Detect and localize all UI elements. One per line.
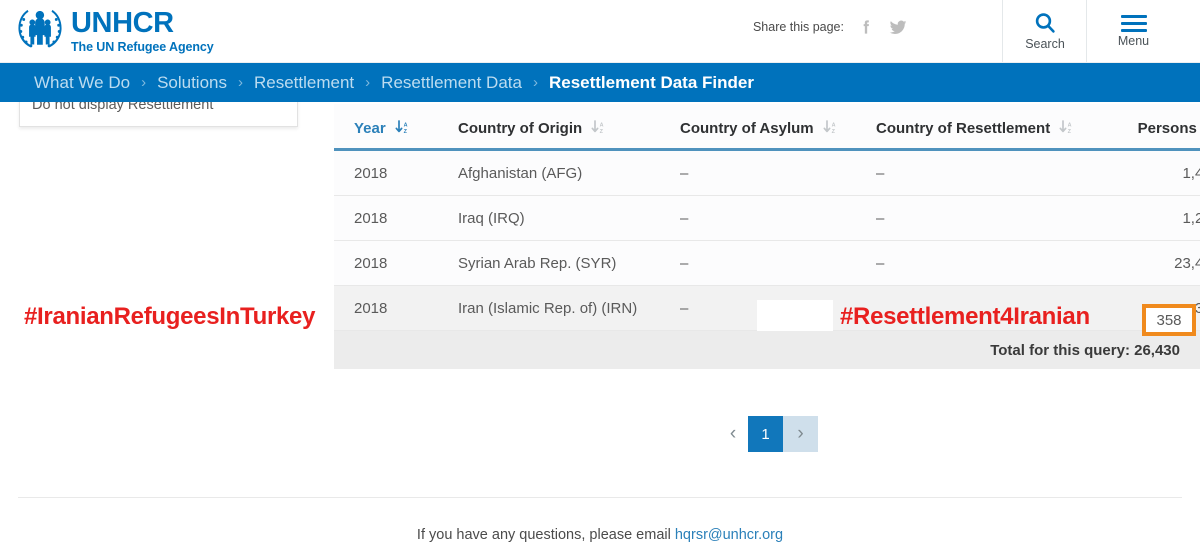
search-icon: [1035, 13, 1055, 33]
table-row: 2018Iraq (IRQ)––1,238: [334, 195, 1200, 241]
total-text: Total for this query: 26,430: [990, 341, 1180, 359]
footer-divider: [18, 497, 1182, 498]
cell-country-of-origin: Iraq (IRQ): [458, 195, 680, 241]
facebook-icon[interactable]: [856, 16, 876, 38]
cell-country-of-origin: Syrian Arab Rep. (SYR): [458, 240, 680, 286]
search-button[interactable]: Search: [1002, 0, 1087, 62]
footer-question-text: If you have any questions, please email: [416, 527, 675, 543]
cell-country-of-resettlement: –: [876, 240, 1106, 286]
column-label-country-of-origin: Country of Origin: [458, 120, 583, 137]
svg-text:A: A: [403, 123, 407, 129]
cell-country-of-resettlement: –: [876, 195, 1106, 241]
breadcrumb-item-3[interactable]: Resettlement Data: [381, 73, 522, 93]
hamburger-icon: [1120, 14, 1147, 32]
twitter-icon[interactable]: [888, 16, 908, 38]
table-row: 2018Syrian Arab Rep. (SYR)––23,409: [334, 240, 1200, 286]
cell-persons: 1,425: [1106, 149, 1200, 196]
breadcrumb-item-0[interactable]: What We Do: [34, 73, 130, 93]
cell-year: 2018: [334, 195, 458, 241]
sort-icon: A Z: [823, 120, 837, 135]
unhcr-emblem-icon: [18, 10, 62, 48]
cell-country-of-origin: Iran (Islamic Rep. of) (IRN): [458, 285, 680, 331]
breadcrumb-separator: ›: [141, 74, 147, 91]
search-label: Search: [1025, 37, 1065, 51]
cell-country-of-asylum: –: [680, 240, 876, 286]
annotation-hashtag-right: #Resettlement4Iranian: [840, 303, 1090, 330]
menu-label: Menu: [1117, 33, 1150, 48]
sort-icon: A Z: [591, 120, 605, 135]
breadcrumb-item-2[interactable]: Resettlement: [254, 73, 354, 93]
share-block: Share this page:: [753, 16, 908, 38]
logo-title: UNHCR: [71, 7, 174, 39]
pagination-next-button[interactable]: ›: [783, 416, 818, 452]
breadcrumb-separator: ›: [365, 74, 371, 91]
total-band: Total for this query: 26,430: [334, 331, 1200, 369]
resettlement-data-table: Year A Z Country of Origin A Z Country o…: [334, 104, 1200, 331]
cell-country-of-asylum: –: [680, 149, 876, 196]
cell-year: 2018: [334, 240, 458, 286]
cell-persons: 1,238: [1106, 195, 1200, 241]
svg-text:Z: Z: [403, 129, 407, 135]
cell-year: 2018: [334, 149, 458, 196]
breadcrumb-separator: ›: [238, 74, 243, 91]
annotation-white-patch: [757, 300, 833, 331]
column-header-country-of-origin[interactable]: Country of Origin A Z: [458, 104, 680, 151]
svg-text:Z: Z: [1068, 129, 1072, 135]
pagination-page-1[interactable]: 1: [748, 416, 783, 452]
cell-country-of-resettlement: –: [876, 149, 1106, 196]
cell-year: 2018: [334, 285, 458, 331]
table-row: 2018Afghanistan (AFG)––1,425: [334, 149, 1200, 196]
cell-country-of-origin: Afghanistan (AFG): [458, 149, 680, 196]
unhcr-logo[interactable]: UNHCR The UN Refugee Agency: [16, 7, 214, 54]
annotation-highlighted-count: 358: [1142, 304, 1196, 336]
svg-text:A: A: [1068, 123, 1072, 129]
svg-text:A: A: [600, 123, 604, 129]
breadcrumb: What We Do › Solutions › Resettlement › Resett…: [0, 63, 1200, 102]
svg-text:Z: Z: [831, 129, 835, 135]
pagination: ‹ 1 ›: [718, 416, 818, 452]
share-label: Share this page:: [752, 20, 844, 34]
sort-icon-active: A Z: [395, 120, 409, 135]
table-header-row: Year A Z Country of Origin A Z Country o…: [334, 104, 1200, 151]
footer-email-link[interactable]: hqrsr@unhcr.org: [675, 527, 783, 543]
cell-country-of-asylum: –: [680, 195, 876, 241]
column-header-persons[interactable]: Persons 9 0: [1106, 104, 1200, 151]
svg-text:A: A: [831, 123, 835, 129]
column-label-persons: Persons: [1137, 120, 1197, 137]
logo-subtitle: The UN Refugee Agency: [71, 40, 214, 54]
sort-icon: A Z: [1059, 120, 1073, 135]
svg-text:Z: Z: [600, 129, 604, 135]
breadcrumb-item-1[interactable]: Solutions: [157, 73, 227, 93]
column-header-country-of-resettlement[interactable]: Country of Resettlement A Z: [876, 104, 1106, 151]
column-header-country-of-asylum[interactable]: Country of Asylum A Z: [680, 104, 876, 151]
breadcrumb-item-4: Resettlement Data Finder: [548, 72, 754, 92]
column-label-country-of-asylum: Country of Asylum: [680, 120, 814, 137]
column-header-year[interactable]: Year A Z: [334, 104, 458, 151]
site-header: UNHCR The UN Refugee Agency Share this p…: [0, 0, 1200, 63]
breadcrumb-separator: ›: [532, 74, 538, 91]
menu-button[interactable]: Menu: [1086, 0, 1180, 62]
pagination-prev-button[interactable]: ‹: [718, 416, 748, 452]
column-label-country-of-resettlement: Country of Resettlement: [876, 120, 1051, 137]
column-label-year: Year: [354, 120, 386, 137]
cell-persons: 23,409: [1106, 240, 1200, 286]
footer-note: If you have any questions, please email …: [0, 527, 1200, 543]
annotation-hashtag-left: #IranianRefugeesInTurkey: [24, 303, 316, 330]
